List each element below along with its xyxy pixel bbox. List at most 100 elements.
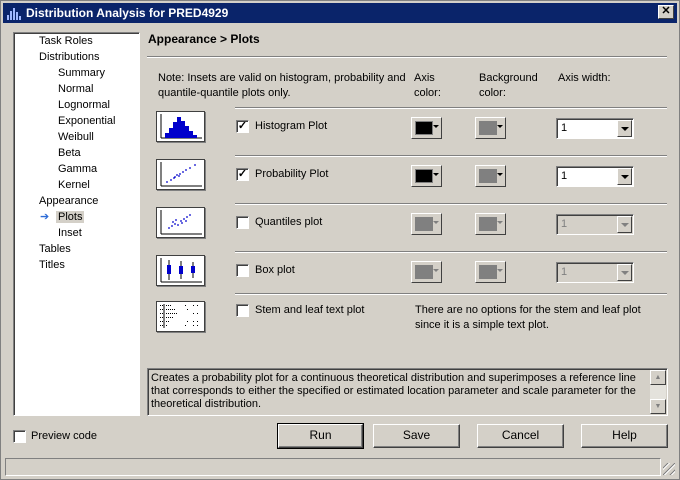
quantiles-axis-color-button[interactable] xyxy=(411,213,442,235)
nav-item-summary[interactable]: Summary xyxy=(58,67,105,79)
dropdown-arrow-icon xyxy=(497,269,503,272)
axis-width-value: 1 xyxy=(561,122,568,134)
box-plot-axis-color-button[interactable] xyxy=(411,261,442,283)
preview-code-checkbox[interactable] xyxy=(13,430,26,443)
axis-width-value: 1 xyxy=(561,218,568,230)
stem-and-leaf-checkbox[interactable] xyxy=(236,304,249,317)
color-swatch xyxy=(415,217,433,231)
row-divider xyxy=(235,107,667,109)
nav-item-inset[interactable]: Inset xyxy=(58,227,82,239)
color-swatch xyxy=(415,265,433,279)
chevron-down-icon[interactable] xyxy=(617,120,632,137)
axis-width-value: 1 xyxy=(561,170,568,182)
histogram-axis-width-select[interactable]: 1 xyxy=(556,118,634,139)
row-divider xyxy=(235,293,667,295)
nav-item-plots[interactable]: Plots xyxy=(56,211,85,223)
background-color-header: Background color: xyxy=(479,72,538,99)
row-divider xyxy=(235,251,667,253)
color-swatch xyxy=(479,169,497,183)
histogram-axis-color-button[interactable] xyxy=(411,117,442,139)
dropdown-arrow-icon xyxy=(433,221,439,224)
window-title: Distribution Analysis for PRED4929 xyxy=(26,6,229,20)
box-plot-label: Box plot xyxy=(255,264,295,276)
resize-grip-icon[interactable] xyxy=(663,463,675,475)
nav-item-beta[interactable]: Beta xyxy=(58,147,81,159)
nav-item-weibull[interactable]: Weibull xyxy=(58,131,94,143)
probability-plot-label: Probability Plot xyxy=(255,168,329,180)
chevron-down-icon[interactable] xyxy=(617,168,632,185)
distribution-chart-icon xyxy=(7,6,23,20)
nav-item-gamma[interactable]: Gamma xyxy=(58,163,97,175)
dropdown-arrow-icon xyxy=(433,269,439,272)
scroll-down-icon[interactable]: ▼ xyxy=(650,399,666,414)
box-plot-icon xyxy=(156,255,205,286)
quantiles-axis-width-select[interactable]: 1 xyxy=(556,214,634,235)
status-bar xyxy=(5,458,661,476)
stem-and-leaf-icon xyxy=(156,301,205,332)
quantiles-background-color-button[interactable] xyxy=(475,213,506,235)
description-text: Creates a probability plot for a continu… xyxy=(151,372,636,410)
preview-code-label: Preview code xyxy=(31,430,98,442)
scroll-track[interactable] xyxy=(650,385,666,399)
nav-item-exponential[interactable]: Exponential xyxy=(58,115,116,127)
quantiles-plot-checkbox[interactable] xyxy=(236,216,249,229)
run-button[interactable]: Run xyxy=(277,423,364,449)
axis-width-value: 1 xyxy=(561,266,568,278)
selection-arrow-icon: ➔ xyxy=(40,211,50,223)
box-plot-axis-width-select[interactable]: 1 xyxy=(556,262,634,283)
histogram-background-color-button[interactable] xyxy=(475,117,506,139)
histogram-icon xyxy=(156,111,205,142)
histogram-plot-checkbox[interactable]: ✓ xyxy=(236,120,249,133)
dialog-window: Distribution Analysis for PRED4929 ✕ Tas… xyxy=(0,0,680,480)
probability-plot-icon xyxy=(156,159,205,190)
quantiles-plot-label: Quantiles plot xyxy=(255,216,323,228)
probability-plot-checkbox[interactable]: ✓ xyxy=(236,168,249,181)
probability-axis-color-button[interactable] xyxy=(411,165,442,187)
color-swatch xyxy=(479,265,497,279)
quantiles-plot-icon xyxy=(156,207,205,238)
header-divider xyxy=(147,56,667,58)
dropdown-arrow-icon xyxy=(497,173,503,176)
description-scrollbar[interactable]: ▲ ▼ xyxy=(650,370,666,414)
histogram-plot-label: Histogram Plot xyxy=(255,120,328,132)
chevron-down-icon[interactable] xyxy=(617,264,632,281)
nav-item-appearance[interactable]: Appearance xyxy=(39,195,98,207)
probability-axis-width-select[interactable]: 1 xyxy=(556,166,634,187)
stem-and-leaf-label: Stem and leaf text plot xyxy=(255,304,365,316)
color-swatch xyxy=(415,169,433,183)
axis-color-header: Axis color: xyxy=(414,72,441,99)
save-button[interactable]: Save xyxy=(373,424,460,448)
box-plot-checkbox[interactable] xyxy=(236,264,249,277)
cancel-button[interactable]: Cancel xyxy=(477,424,564,448)
dropdown-arrow-icon xyxy=(497,221,503,224)
close-button[interactable]: ✕ xyxy=(658,5,674,19)
color-swatch xyxy=(479,217,497,231)
nav-item-distributions[interactable]: Distributions xyxy=(39,51,100,63)
chevron-down-icon[interactable] xyxy=(617,216,632,233)
close-icon: ✕ xyxy=(661,5,671,17)
help-button[interactable]: Help xyxy=(581,424,668,448)
color-swatch xyxy=(415,121,433,135)
nav-item-normal[interactable]: Normal xyxy=(58,83,93,95)
page-title: Appearance > Plots xyxy=(148,32,260,46)
nav-item-tables[interactable]: Tables xyxy=(39,243,71,255)
color-swatch xyxy=(479,121,497,135)
inset-note: Note: Insets are valid on histogram, pro… xyxy=(158,72,406,99)
nav-item-lognormal[interactable]: Lognormal xyxy=(58,99,110,111)
dropdown-arrow-icon xyxy=(433,173,439,176)
dropdown-arrow-icon xyxy=(433,125,439,128)
scroll-up-icon[interactable]: ▲ xyxy=(650,370,666,385)
axis-width-header: Axis width: xyxy=(558,72,611,84)
nav-item-task-roles[interactable]: Task Roles xyxy=(39,35,93,47)
title-bar: Distribution Analysis for PRED4929 ✕ xyxy=(3,3,677,23)
dropdown-arrow-icon xyxy=(497,125,503,128)
nav-item-kernel[interactable]: Kernel xyxy=(58,179,90,191)
box-plot-background-color-button[interactable] xyxy=(475,261,506,283)
nav-item-titles[interactable]: Titles xyxy=(39,259,65,271)
probability-background-color-button[interactable] xyxy=(475,165,506,187)
row-divider xyxy=(235,155,667,157)
stem-and-leaf-note: There are no options for the stem and le… xyxy=(415,304,641,331)
row-divider xyxy=(235,203,667,205)
description-box: Creates a probability plot for a continu… xyxy=(147,368,668,416)
navigation-tree: Task Roles Distributions Summary Normal … xyxy=(13,32,140,416)
